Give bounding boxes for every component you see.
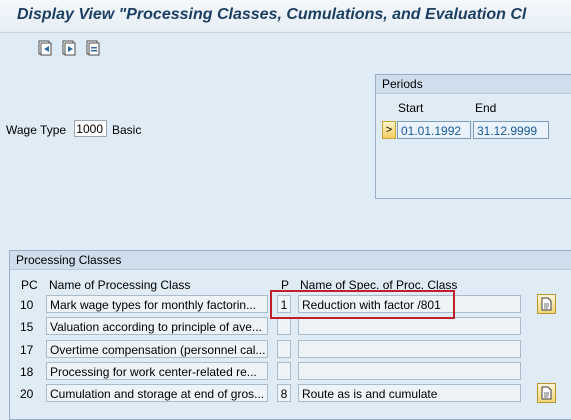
wage-type-text: Basic — [112, 123, 142, 137]
pc-value: 20 — [20, 387, 34, 401]
end-label: End — [475, 101, 497, 115]
next-entry-icon[interactable] — [61, 40, 77, 56]
pc-value: 18 — [20, 365, 34, 379]
start-label: Start — [398, 101, 424, 115]
p-value — [277, 362, 291, 380]
processing-class-name: Mark wage types for monthly factorin... — [46, 295, 268, 313]
title-bar: Display View "Processing Classes, Cumula… — [0, 0, 571, 33]
processing-classes-title: Processing Classes — [10, 251, 571, 270]
periods-group: Periods Start End > 01.01.1992 31.12.999… — [375, 74, 571, 199]
pc-value: 10 — [20, 298, 34, 312]
end-date-field[interactable]: 31.12.9999 — [473, 121, 549, 139]
spec-name: Route as is and cumulate — [298, 384, 521, 402]
pc-value: 15 — [20, 320, 34, 334]
p-value — [277, 317, 291, 335]
document-icon — [541, 386, 552, 400]
wage-type-field[interactable]: 1000 — [74, 120, 107, 137]
start-date-field[interactable]: 01.01.1992 — [397, 121, 471, 139]
name-column-header: Name of Processing Class — [49, 278, 191, 292]
pc-column-header: PC — [21, 278, 38, 292]
pc-value: 17 — [20, 343, 34, 357]
highlight-box — [270, 290, 455, 319]
spec-name — [298, 317, 521, 335]
periods-title: Periods — [376, 75, 571, 94]
select-row-button[interactable]: > — [382, 121, 396, 139]
processing-class-name: Overtime compensation (personnel cal... — [46, 340, 268, 358]
wage-type-label: Wage Type — [6, 123, 67, 137]
spec-name — [298, 362, 521, 380]
previous-entry-icon[interactable] — [37, 40, 53, 56]
detail-button[interactable] — [537, 294, 556, 314]
processing-class-name: Valuation according to principle of ave.… — [46, 317, 268, 335]
application-toolbar — [0, 33, 571, 63]
processing-class-name: Cumulation and storage at end of gros... — [46, 384, 268, 402]
window-title: Display View "Processing Classes, Cumula… — [17, 6, 527, 23]
document-icon — [541, 297, 552, 311]
processing-class-name: Processing for work center-related re... — [46, 362, 268, 380]
other-entry-icon[interactable] — [85, 40, 101, 56]
spec-name — [298, 340, 521, 358]
p-value: 8 — [277, 384, 291, 402]
p-value — [277, 340, 291, 358]
detail-button[interactable] — [537, 383, 556, 403]
